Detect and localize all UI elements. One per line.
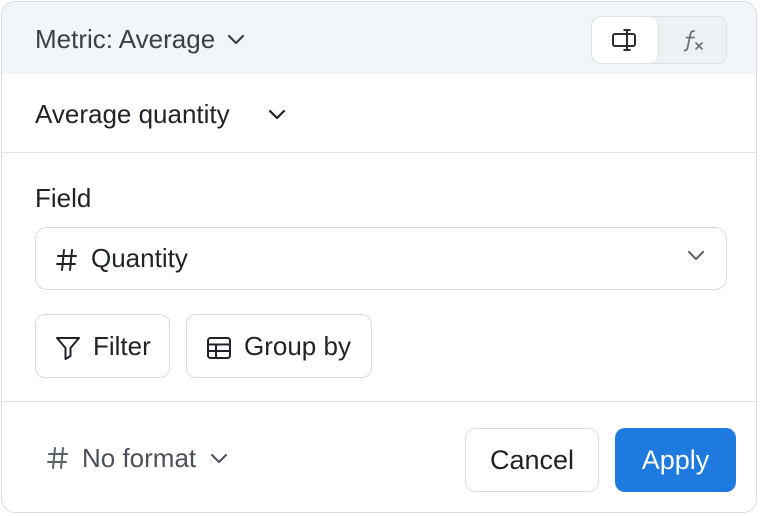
- metric-type-label: Metric: Average: [35, 23, 216, 54]
- number-hash-icon: [46, 446, 70, 470]
- apply-button[interactable]: Apply: [615, 428, 736, 492]
- number-format-dropdown[interactable]: No format: [46, 440, 228, 476]
- number-hash-icon: [55, 248, 79, 272]
- filter-icon: [55, 335, 81, 361]
- field-select[interactable]: Quantity: [35, 227, 727, 290]
- section-divider: [2, 152, 756, 153]
- metric-editor-panel: Metric: Average Average quantity Field Q…: [1, 1, 757, 513]
- field-label: Field: [35, 183, 92, 213]
- editor-mode-toggle: [591, 16, 727, 64]
- cancel-button[interactable]: Cancel: [465, 428, 599, 492]
- chevron-down-icon: [268, 109, 286, 121]
- table-icon: [206, 335, 232, 361]
- cancel-label: Cancel: [489, 444, 575, 475]
- field-editor-icon: [611, 27, 639, 53]
- group-by-label: Group by: [244, 330, 351, 361]
- aggregation-name-label: Average quantity: [35, 98, 230, 129]
- group-by-button[interactable]: Group by: [186, 314, 372, 378]
- footer-divider: [2, 401, 756, 402]
- metric-type-dropdown[interactable]: Metric: Average: [35, 22, 245, 56]
- filter-button[interactable]: Filter: [35, 314, 170, 378]
- function-icon: [680, 27, 706, 53]
- metric-header: Metric: Average: [2, 2, 756, 74]
- chevron-down-icon: [227, 34, 245, 46]
- visual-mode-button[interactable]: [592, 17, 658, 63]
- number-format-label: No format: [82, 442, 197, 473]
- formula-mode-button[interactable]: [660, 17, 726, 63]
- field-value: Quantity: [91, 243, 188, 273]
- apply-label: Apply: [641, 444, 710, 475]
- chevron-down-icon: [687, 250, 705, 262]
- filter-label: Filter: [93, 330, 151, 361]
- chevron-down-icon: [210, 453, 228, 465]
- aggregation-name-dropdown[interactable]: Average quantity: [35, 96, 286, 132]
